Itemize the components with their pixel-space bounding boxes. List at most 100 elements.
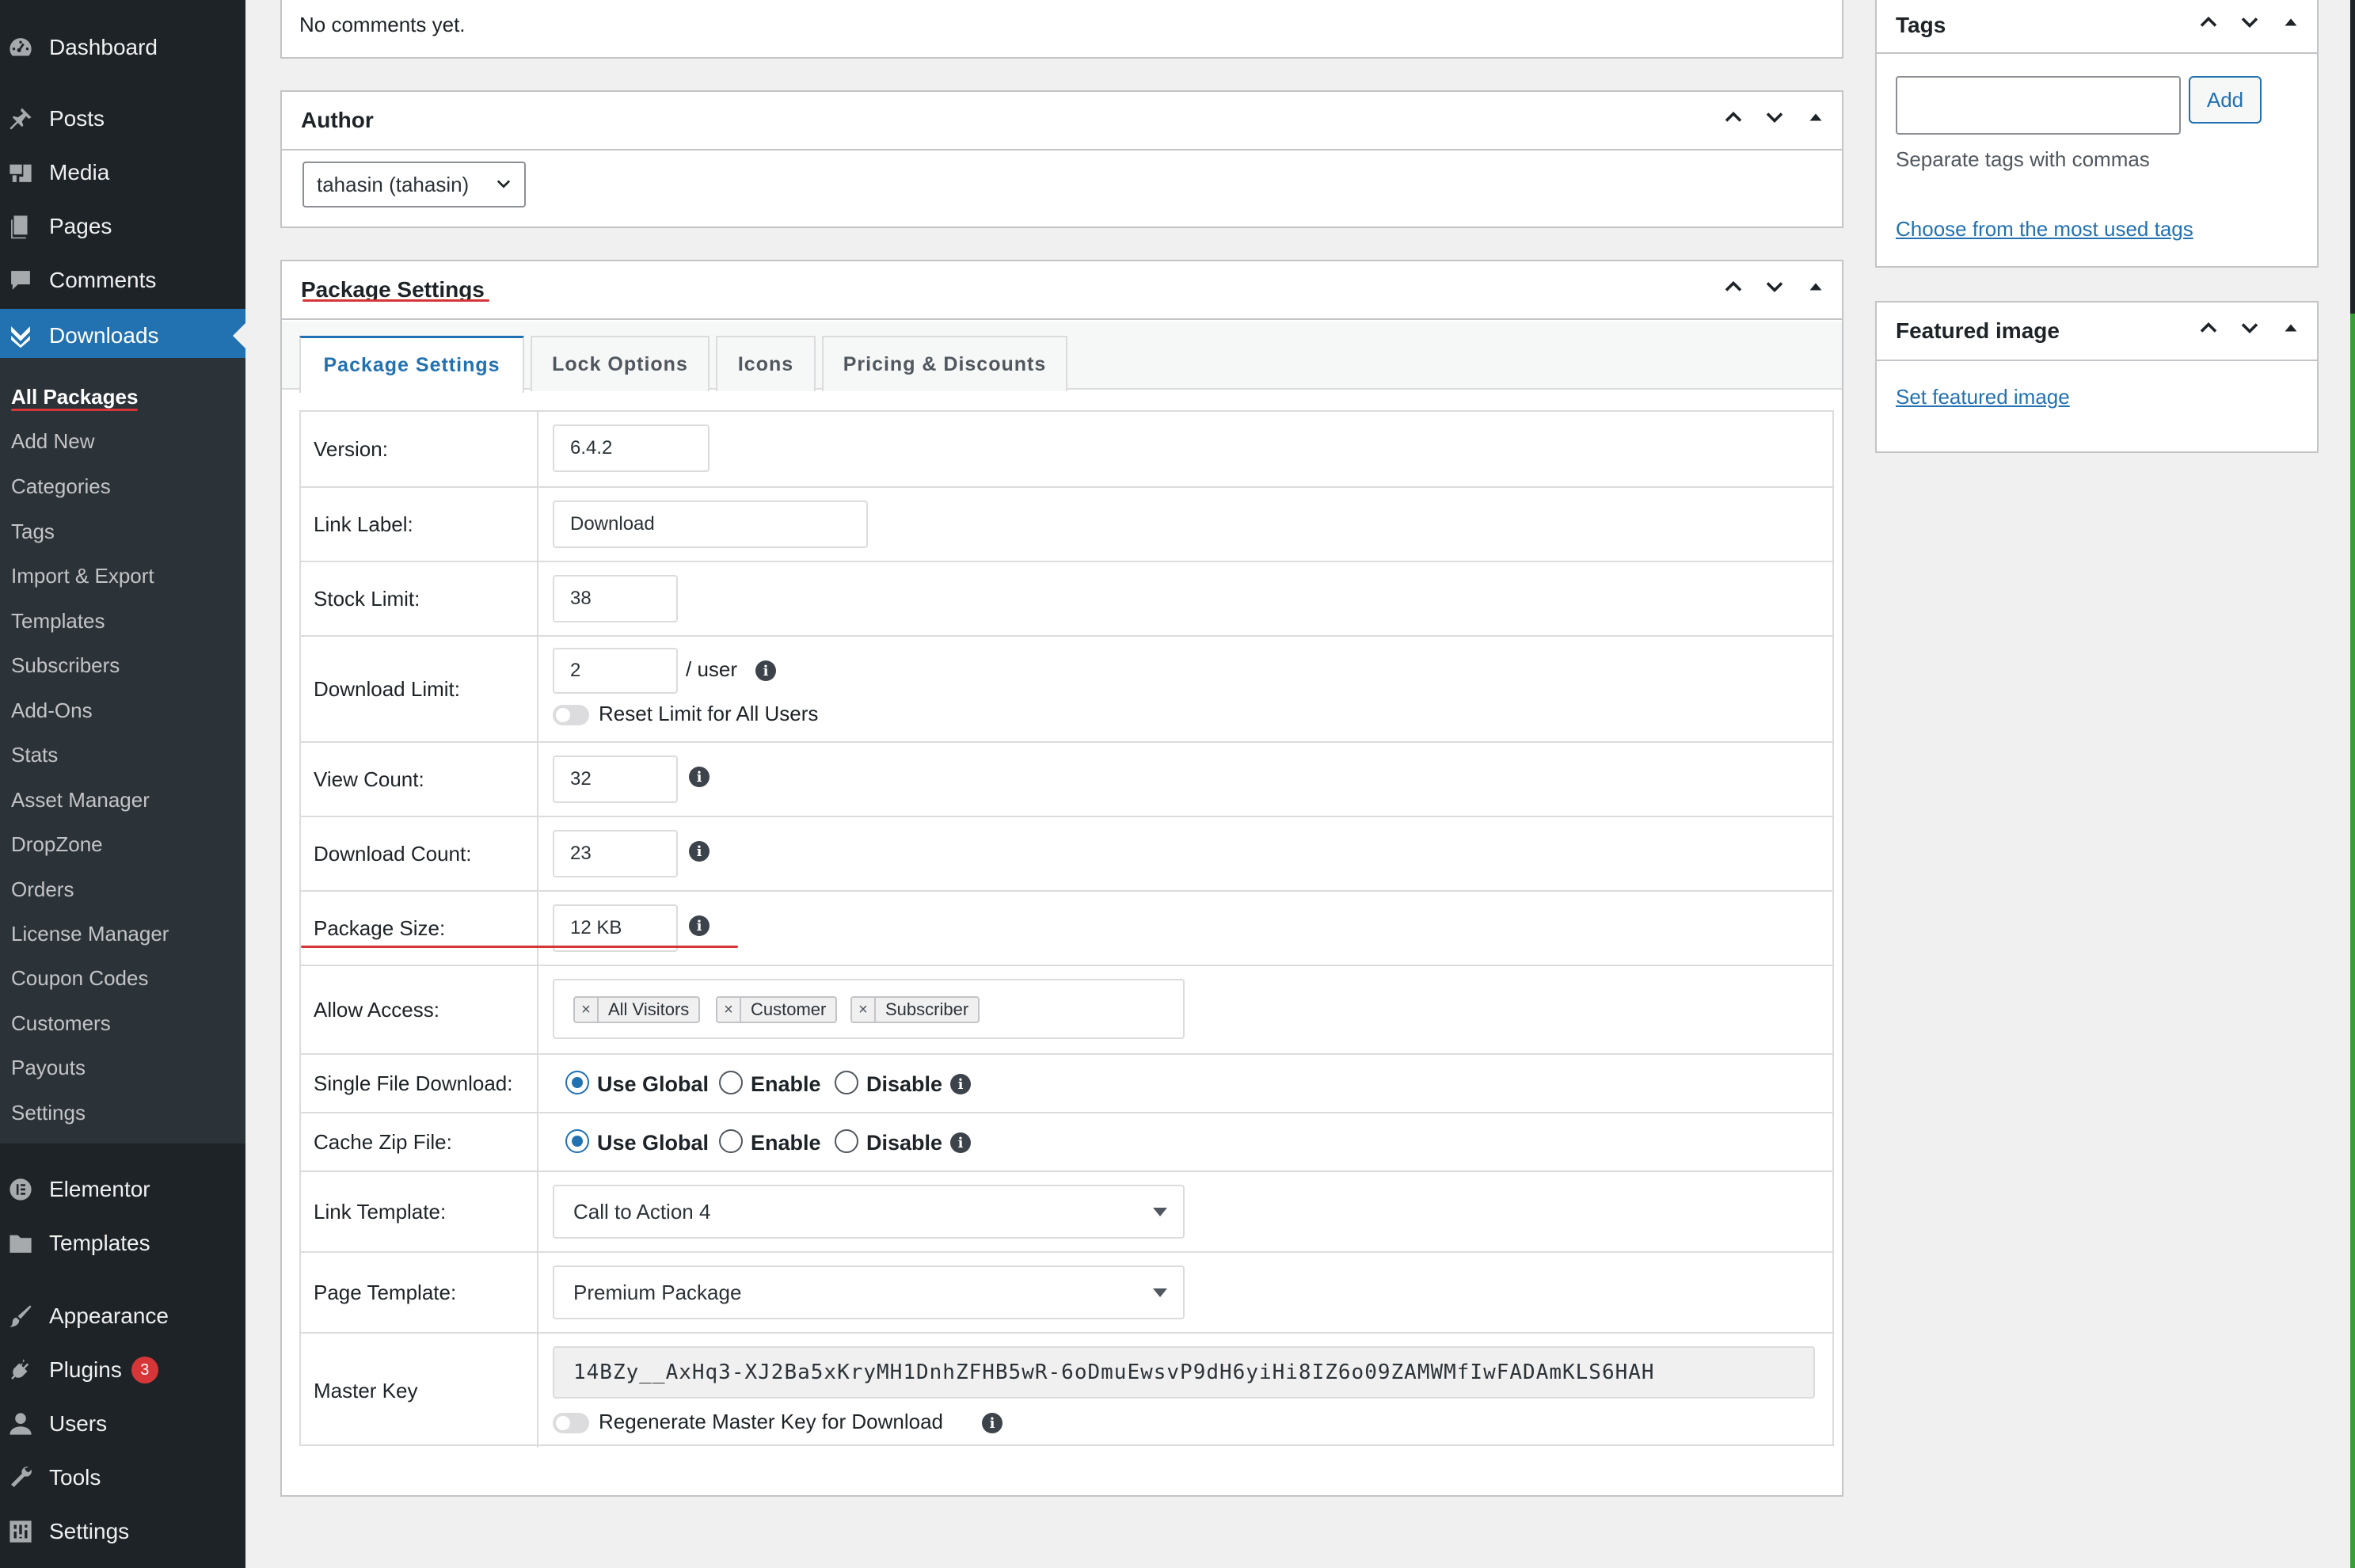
move-down-icon[interactable]: [1763, 105, 1786, 135]
access-chip: × Customer: [716, 996, 838, 1023]
submenu-categories[interactable]: Categories: [11, 474, 111, 499]
link-template-label: Link Template:: [301, 1172, 538, 1251]
move-up-icon[interactable]: [2197, 316, 2220, 346]
submenu-stats[interactable]: Stats: [11, 743, 58, 767]
submenu-license-manager[interactable]: License Manager: [11, 922, 169, 946]
brush-icon: [3, 1302, 38, 1330]
menu-settings[interactable]: Settings: [0, 1505, 245, 1558]
radio-disable[interactable]: [835, 1129, 858, 1153]
submenu-import-export[interactable]: Import & Export: [11, 564, 154, 588]
move-down-icon[interactable]: [2238, 316, 2262, 346]
link-label-input[interactable]: Download: [553, 500, 868, 548]
set-featured-image-link[interactable]: Set featured image: [1896, 385, 2070, 409]
add-tag-button[interactable]: Add: [2189, 76, 2262, 124]
move-down-icon[interactable]: [2238, 10, 2262, 40]
submenu-settings[interactable]: Settings: [11, 1101, 86, 1125]
download-limit-input[interactable]: 2: [553, 648, 678, 694]
menu-label: Appearance: [49, 1303, 169, 1328]
table-row: Download Count: 23 i: [301, 816, 1832, 890]
menu-label: Media: [49, 160, 110, 185]
move-up-icon[interactable]: [1722, 275, 1745, 305]
radio-label: Enable: [751, 1072, 821, 1096]
menu-comments[interactable]: Comments: [0, 253, 245, 307]
radio-use-global[interactable]: [565, 1129, 589, 1153]
master-key-field[interactable]: 14BZy__AxHq3-XJ2Ba5xKryMH1DnhZFHB5wR-6oD…: [553, 1346, 1815, 1399]
regenerate-key-toggle[interactable]: [553, 1413, 589, 1433]
stock-limit-input[interactable]: 38: [553, 575, 678, 622]
menu-label: Tools: [49, 1465, 101, 1490]
menu-posts[interactable]: Posts: [0, 92, 245, 146]
new-tag-input[interactable]: [1896, 76, 2181, 135]
submenu-add-new[interactable]: Add New: [11, 429, 95, 454]
submenu-dropzone[interactable]: DropZone: [11, 832, 103, 857]
menu-media[interactable]: Media: [0, 146, 245, 200]
remove-chip-icon[interactable]: ×: [575, 998, 599, 1022]
radio-use-global[interactable]: [565, 1071, 589, 1094]
info-icon[interactable]: i: [950, 1132, 971, 1153]
submenu-subscribers[interactable]: Subscribers: [11, 653, 120, 678]
menu-downloads[interactable]: Downloads: [0, 309, 245, 363]
submenu-payouts[interactable]: Payouts: [11, 1056, 86, 1080]
remove-chip-icon[interactable]: ×: [717, 998, 741, 1022]
menu-pages[interactable]: Pages: [0, 200, 245, 253]
info-icon[interactable]: i: [950, 1074, 971, 1094]
submenu-customers[interactable]: Customers: [11, 1011, 111, 1036]
menu-dashboard[interactable]: Dashboard: [0, 21, 245, 74]
submenu-all-packages[interactable]: All Packages: [11, 385, 138, 409]
panel-title: Author: [301, 108, 374, 132]
link-template-select[interactable]: Call to Action 4: [553, 1185, 1185, 1239]
info-icon[interactable]: i: [689, 915, 710, 936]
submenu-tags[interactable]: Tags: [11, 519, 55, 544]
table-row: Download Limit: 2 / user i Reset Limit f…: [301, 635, 1832, 741]
submenu-add-ons[interactable]: Add-Ons: [11, 698, 93, 723]
update-count-badge: 3: [131, 1357, 158, 1383]
view-count-label: View Count:: [301, 743, 538, 816]
table-row: Link Template: Call to Action 4: [301, 1170, 1832, 1251]
remove-chip-icon[interactable]: ×: [852, 998, 876, 1022]
submenu-asset-manager[interactable]: Asset Manager: [11, 788, 150, 813]
tab-icons[interactable]: Icons: [716, 336, 816, 391]
menu-plugins[interactable]: Plugins 3: [0, 1343, 245, 1397]
tab-lock-options[interactable]: Lock Options: [531, 336, 710, 391]
collapse-toggle-icon[interactable]: [1804, 275, 1828, 305]
tab-package-settings[interactable]: Package Settings: [299, 336, 524, 393]
reset-limit-toggle[interactable]: [553, 705, 589, 725]
choose-tags-link[interactable]: Choose from the most used tags: [1896, 217, 2193, 242]
collapse-toggle-icon[interactable]: [2279, 316, 2303, 346]
menu-appearance[interactable]: Appearance: [0, 1289, 245, 1343]
version-input[interactable]: 6.4.2: [553, 424, 710, 472]
info-icon[interactable]: i: [689, 767, 710, 787]
dashboard-icon: [3, 33, 38, 62]
submenu-orders[interactable]: Orders: [11, 877, 74, 902]
info-icon[interactable]: i: [689, 841, 710, 862]
move-up-icon[interactable]: [1722, 105, 1745, 135]
menu-tools[interactable]: Tools: [0, 1451, 245, 1505]
radio-label: Disable: [866, 1131, 943, 1155]
collapse-toggle-icon[interactable]: [1804, 105, 1828, 135]
page-template-select[interactable]: Premium Package: [553, 1265, 1185, 1319]
table-row: Page Template: Premium Package: [301, 1251, 1832, 1332]
info-icon[interactable]: i: [755, 660, 776, 681]
author-select[interactable]: tahasin (tahasin): [302, 162, 526, 207]
comment-icon: [3, 266, 38, 295]
radio-enable[interactable]: [719, 1129, 743, 1153]
download-count-input[interactable]: 23: [553, 830, 678, 877]
menu-templates[interactable]: Templates: [0, 1216, 245, 1270]
menu-users[interactable]: Users: [0, 1397, 245, 1451]
menu-label: Pages: [49, 214, 112, 238]
radio-enable[interactable]: [719, 1071, 743, 1094]
tab-pricing-discounts[interactable]: Pricing & Discounts: [822, 336, 1067, 391]
submenu-templates[interactable]: Templates: [11, 609, 105, 634]
move-up-icon[interactable]: [2197, 10, 2220, 40]
submenu-coupon-codes[interactable]: Coupon Codes: [11, 966, 148, 991]
view-count-input[interactable]: 32: [553, 755, 678, 803]
access-multiselect[interactable]: × All Visitors × Customer × Subscriber: [553, 979, 1185, 1039]
info-icon[interactable]: i: [982, 1413, 1002, 1433]
menu-elementor[interactable]: Elementor: [0, 1163, 245, 1216]
move-down-icon[interactable]: [1763, 275, 1786, 305]
select-value: Premium Package: [573, 1280, 742, 1304]
package-size-input[interactable]: 12 KB: [553, 904, 678, 952]
radio-disable[interactable]: [835, 1071, 858, 1094]
collapse-toggle-icon[interactable]: [2279, 10, 2303, 40]
table-row: Package Size: 12 KB i: [301, 890, 1832, 965]
